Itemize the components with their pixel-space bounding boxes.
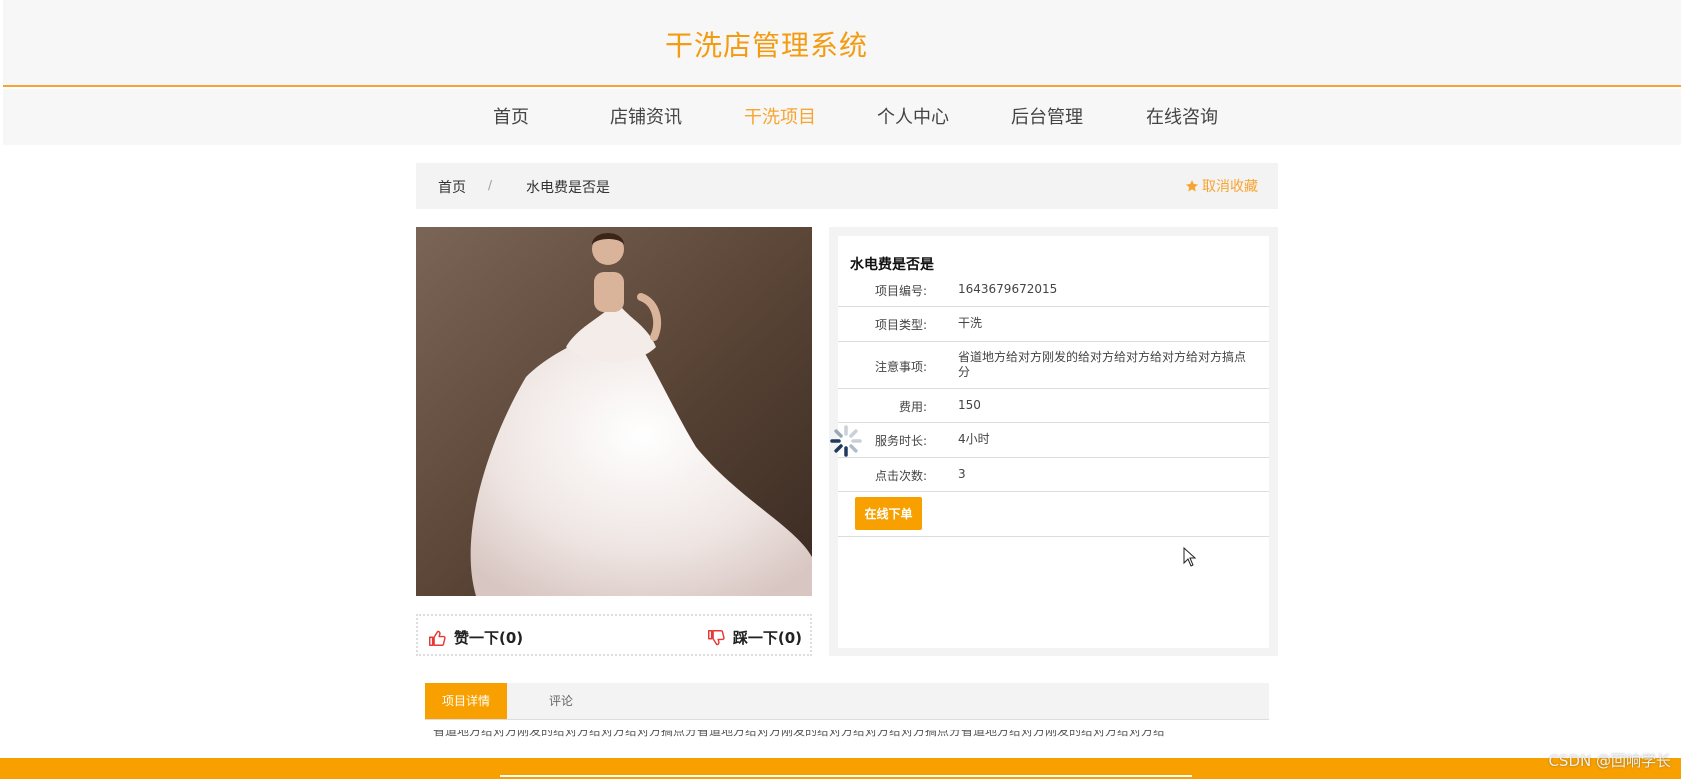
dislike-label: 踩一下(0): [732, 629, 802, 647]
info-label: 项目类型:: [874, 318, 927, 332]
info-value: 150: [958, 398, 981, 412]
info-row-type: 项目类型: 干洗: [838, 307, 1269, 342]
thumbs-up-icon: [428, 630, 446, 646]
product-info-panel: 水电费是否是 项目编号: 1643679672015 项目类型: 干洗 注意事项…: [838, 236, 1269, 648]
info-label: 注意事项:: [874, 360, 927, 374]
like-label: 赞一下(0): [454, 629, 524, 647]
info-value: 省道地方给对方刚发的给对方给对方给对方给对方搞点分: [958, 350, 1247, 379]
loading-spinner-icon: [830, 425, 862, 457]
product-image: [416, 227, 812, 596]
info-value: 干洗: [958, 316, 983, 330]
info-row-clicks: 点击次数: 3: [838, 458, 1269, 492]
product-title: 水电费是否是: [850, 257, 934, 273]
site-header: 干洗店管理系统: [3, 0, 1681, 87]
info-row-notes: 注意事项: 省道地方给对方刚发的给对方给对方给对方给对方搞点分: [838, 342, 1269, 389]
unfavorite-button[interactable]: 取消收藏: [1185, 176, 1258, 196]
info-label: 服务时长:: [874, 434, 927, 448]
detail-content-text: 省道地方给对方刚发的给对方给对方给对方搞点分省道地方给对方刚发的给对方给对方给对…: [433, 730, 1166, 738]
detail-content: 省道地方给对方刚发的给对方给对方给对方搞点分省道地方给对方刚发的给对方给对方给对…: [433, 730, 1263, 738]
nav-item-online-consult[interactable]: 在线咨询: [1146, 103, 1218, 129]
info-value: 3: [958, 467, 966, 481]
nav-item-dry-clean-projects[interactable]: 干洗项目: [744, 103, 816, 129]
nav-item-admin[interactable]: 后台管理: [1011, 103, 1083, 129]
info-label: 项目编号:: [874, 284, 927, 298]
thumbs-down-icon: [707, 629, 725, 645]
breadcrumb: 首页 / 水电费是否是 取消收藏: [416, 163, 1278, 209]
watermark: CSDN @回响学长: [1548, 752, 1671, 770]
breadcrumb-current: 水电费是否是: [526, 180, 610, 196]
mouse-cursor-icon: [1183, 547, 1197, 567]
main-nav: 首页 店铺资讯 干洗项目 个人中心 后台管理 在线咨询: [3, 89, 1681, 145]
tab-project-details[interactable]: 项目详情: [425, 683, 507, 719]
star-icon: [1185, 180, 1199, 192]
tab-comments[interactable]: 评论: [531, 683, 591, 719]
info-value: 1643679672015: [958, 282, 1058, 296]
nav-item-home[interactable]: 首页: [493, 103, 529, 129]
dislike-button[interactable]: 踩一下(0): [707, 627, 802, 648]
breadcrumb-separator: /: [488, 178, 493, 192]
footer-divider: [500, 775, 1192, 777]
order-online-button[interactable]: 在线下单: [855, 497, 922, 530]
info-row-fee: 费用: 150: [838, 389, 1269, 423]
detail-tabs: 项目详情 评论: [425, 683, 1269, 720]
product-info-container: 水电费是否是 项目编号: 1643679672015 项目类型: 干洗 注意事项…: [829, 227, 1278, 656]
info-row-id: 项目编号: 1643679672015: [838, 273, 1269, 307]
like-button[interactable]: 赞一下(0): [428, 627, 523, 648]
unfavorite-label: 取消收藏: [1202, 179, 1258, 195]
vote-box: 赞一下(0) 踩一下(0): [416, 614, 812, 656]
info-label: 点击次数:: [874, 469, 927, 483]
info-row-duration: 服务时长: 4小时: [838, 423, 1269, 458]
info-label: 费用:: [898, 400, 927, 414]
nav-item-shop-news[interactable]: 店铺资讯: [610, 103, 682, 129]
footer-bar: [0, 758, 1681, 779]
site-title: 干洗店管理系统: [665, 29, 869, 62]
breadcrumb-home-link[interactable]: 首页: [438, 177, 466, 197]
nav-item-personal-center[interactable]: 个人中心: [877, 103, 949, 129]
info-value: 4小时: [958, 432, 990, 446]
